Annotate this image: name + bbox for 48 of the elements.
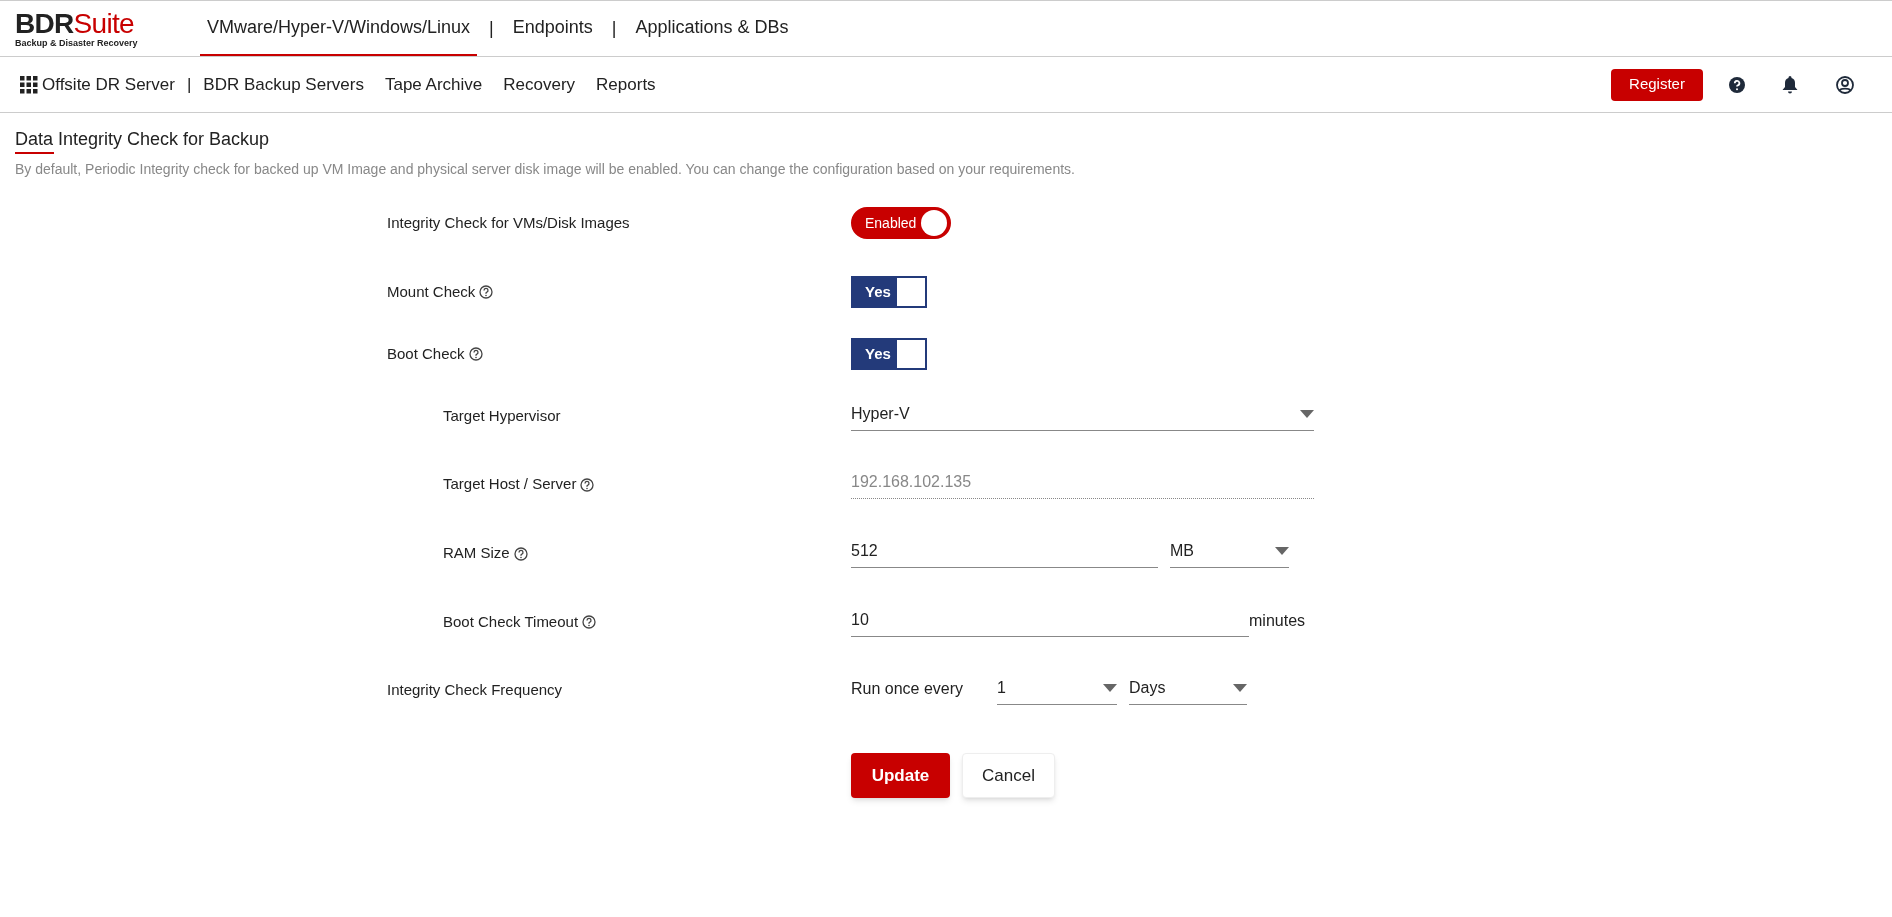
tab-separator: | — [610, 17, 618, 40]
nav-separator: | — [185, 73, 193, 96]
home-link[interactable]: Offsite DR Server — [42, 71, 175, 98]
nav-link[interactable]: Tape Archive — [384, 71, 483, 98]
field-label: Boot Check — [387, 343, 465, 364]
help-icon[interactable] — [582, 615, 597, 629]
help-icon[interactable] — [468, 347, 483, 361]
dropdown-caret-icon — [1300, 409, 1314, 418]
field-label: RAM Size — [443, 543, 510, 564]
help-icon[interactable] — [1729, 76, 1745, 93]
nav-link[interactable]: Reports — [596, 71, 656, 98]
dropdown-field[interactable]: Days — [1129, 676, 1247, 705]
dropdown-caret-icon — [1103, 684, 1117, 692]
dropdown-caret-icon — [1275, 547, 1289, 555]
cancel-button[interactable]: Cancel — [962, 753, 1055, 798]
update-button[interactable]: Update — [851, 753, 950, 798]
nav-link[interactable]: Recovery — [503, 71, 576, 98]
timeout-field[interactable]: 10 — [851, 607, 1249, 637]
field-label: Integrity Check Frequency — [387, 680, 563, 701]
help-icon[interactable] — [513, 546, 528, 561]
product-tab[interactable]: Applications & DBs — [628, 1, 796, 56]
help-icon[interactable] — [479, 285, 494, 299]
product-tab[interactable]: VMware/Hyper-V/Windows/Linux — [200, 1, 478, 56]
field-label: Boot Check Timeout — [443, 611, 579, 632]
product-tab[interactable]: Endpoints — [505, 1, 600, 56]
dropdown-field[interactable]: 1 — [997, 676, 1117, 705]
enabled-toggle[interactable]: Enabled — [851, 207, 951, 239]
tab-separator: | — [488, 17, 495, 40]
notification-bell-icon[interactable] — [1782, 75, 1798, 94]
dropdown-field[interactable]: MB — [1170, 539, 1289, 568]
logo[interactable]: BDRSuite Backup & Disaster Recovery — [0, 1, 200, 56]
ram-size-field[interactable]: 512 — [851, 539, 1158, 568]
register-button[interactable]: Register — [1611, 68, 1703, 101]
apps-grid-icon[interactable] — [20, 75, 38, 94]
dropdown-caret-icon — [1233, 684, 1247, 692]
field-label: Integrity Check for VMs/Disk Images — [387, 212, 630, 233]
page-title: Data Integrity Check for Backup — [15, 128, 270, 151]
dropdown-field[interactable]: Hyper-V — [851, 401, 1314, 431]
user-account-icon[interactable] — [1836, 75, 1854, 94]
unit-label: minutes — [1249, 610, 1306, 631]
field-label: Target Hypervisor — [443, 405, 561, 426]
page-description: By default, Periodic Integrity check for backed up VM Image and physical server disk image will be enabled. You can change the configuration based on your requirements. — [15, 160, 1076, 179]
yes-toggle[interactable]: Yes — [851, 276, 927, 308]
frequency-prefix: Run once every — [851, 679, 965, 699]
yes-toggle[interactable]: Yes — [851, 338, 927, 370]
field-label: Target Host / Server — [443, 474, 577, 495]
field-label: Mount Check — [387, 281, 476, 302]
nav-link[interactable]: BDR Backup Servers — [203, 71, 364, 98]
